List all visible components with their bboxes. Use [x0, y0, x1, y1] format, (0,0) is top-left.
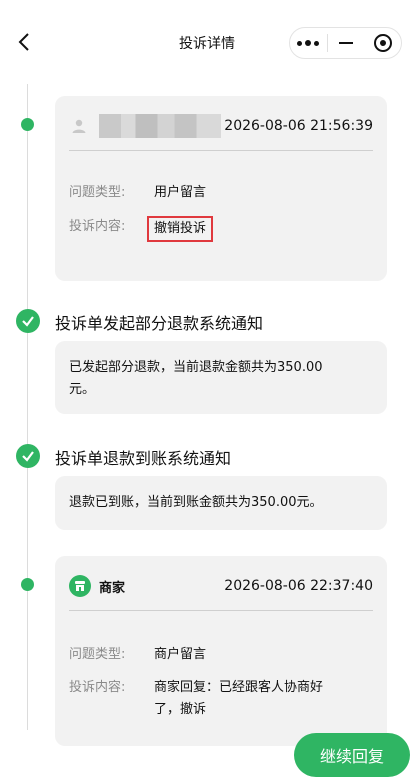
merchant-reply-line2: 了，撤诉	[154, 702, 207, 717]
timeline-line	[27, 60, 28, 730]
complaint-content-row: 投诉内容: 商家回复：已经跟客人协商好 了，撤诉	[69, 677, 373, 721]
entry-timestamp: 2026-08-06 22:37:40	[224, 578, 373, 594]
entry-timestamp: 2026-08-06 21:56:39	[224, 118, 373, 134]
close-circle-icon	[373, 34, 392, 52]
partial-refund-card: 已发起部分退款，当前退款金额共为350.00 元。	[55, 341, 387, 414]
divider	[69, 610, 373, 611]
user-avatar-icon	[69, 116, 89, 136]
issue-type-label: 问题类型:	[69, 647, 126, 662]
nav-bar: 投诉详情	[0, 0, 414, 84]
refund-arrived-text: 退款已到账，当前到账金额共为350.00元。	[69, 495, 323, 510]
complaint-content-row: 投诉内容: 撤销投诉	[69, 216, 373, 242]
merchant-row: 商家 2026-08-06 22:37:40	[69, 573, 373, 599]
user-row: 2026-08-06 21:56:39	[69, 113, 373, 139]
partial-refund-text-line2: 元。	[69, 382, 96, 397]
minimize-icon	[338, 42, 353, 44]
check-circle-icon	[16, 444, 40, 468]
refund-arrived-card: 退款已到账，当前到账金额共为350.00元。	[55, 476, 387, 530]
blurred-username	[99, 114, 221, 138]
partial-refund-title: 投诉单发起部分退款系统通知	[55, 314, 264, 333]
more-button[interactable]	[290, 28, 327, 58]
close-button[interactable]	[364, 28, 401, 58]
continue-reply-button[interactable]: 继续回复	[294, 733, 410, 777]
complaint-card: 2026-08-06 21:56:39 问题类型: 用户留言 投诉内容: 撤销投…	[55, 96, 387, 281]
timeline-dot	[21, 118, 34, 131]
merchant-card: 商家 2026-08-06 22:37:40 问题类型: 商户留言 投诉内容: …	[55, 556, 387, 746]
merchant-name: 商家	[99, 580, 126, 596]
merchant-reply-line1: 商家回复：已经跟客人协商好	[154, 680, 324, 695]
issue-type-value: 商户留言	[154, 647, 207, 662]
refund-arrived-title: 投诉单退款到账系统通知	[55, 449, 232, 468]
issue-type-row: 问题类型: 商户留言	[69, 644, 373, 666]
minimize-button[interactable]	[327, 28, 364, 58]
more-dots-icon	[297, 40, 320, 46]
mini-program-capsule	[289, 27, 402, 59]
issue-type-value: 用户留言	[154, 185, 207, 200]
issue-type-label: 问题类型:	[69, 185, 126, 200]
store-icon	[69, 575, 91, 597]
check-circle-icon	[16, 309, 40, 333]
complaint-content-label: 投诉内容:	[69, 680, 126, 695]
complaint-content-label: 投诉内容:	[69, 219, 126, 234]
issue-type-row: 问题类型: 用户留言	[69, 182, 373, 204]
complaint-content-value: 撤销投诉	[147, 216, 214, 242]
partial-refund-text-line1: 已发起部分退款，当前退款金额共为350.00	[69, 360, 323, 375]
timeline-dot	[21, 578, 34, 591]
divider	[69, 150, 373, 151]
